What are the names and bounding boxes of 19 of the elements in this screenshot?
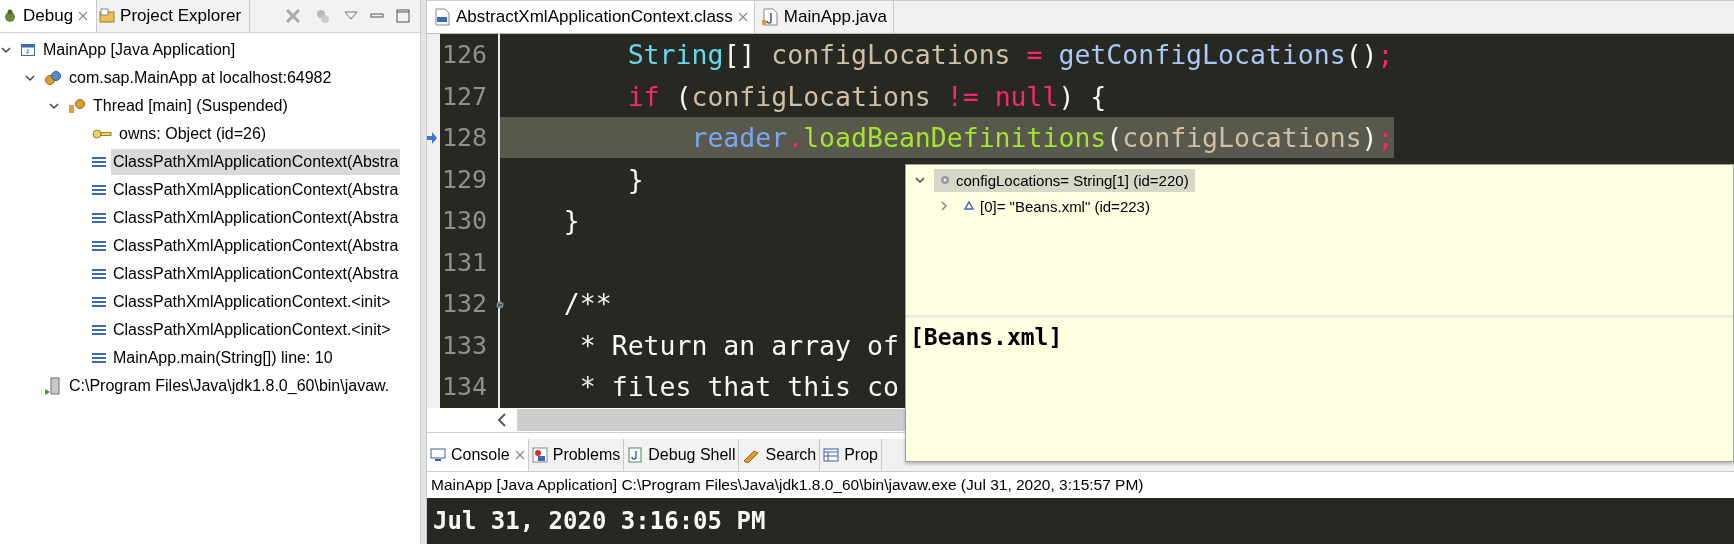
console-title: MainApp [Java Application] C:\Program Files\Java\jdk1.8.0_60\bin\javaw.exe (Jul 31, 2020, 3:15:57 PM) <box>430 475 1145 495</box>
code-line: if (configLocations != null) { <box>626 79 1107 114</box>
line-number: 131 <box>442 247 488 277</box>
line-number: 129 <box>442 164 488 194</box>
value-detail: [Beans.xml] <box>909 323 1064 352</box>
line-number: 130 <box>442 206 488 236</box>
line-number: 126 <box>442 40 488 70</box>
line-number: 127 <box>442 81 488 111</box>
code-line: * files that this co <box>578 370 899 405</box>
code-line: } <box>626 162 644 197</box>
code-line: /** <box>562 287 612 322</box>
code-line: * Return an array of <box>578 328 899 363</box>
line-number: 128 <box>442 123 488 153</box>
console-output: Jul 31, 2020 3:16:05 PM <box>433 507 766 535</box>
line-number: 133 <box>442 330 488 360</box>
line-number: 132 <box>442 289 488 319</box>
code-line: } <box>562 204 580 239</box>
code-line: String[] configLocations = getConfigLocations(); <box>626 38 1394 73</box>
line-number: 134 <box>442 372 488 402</box>
